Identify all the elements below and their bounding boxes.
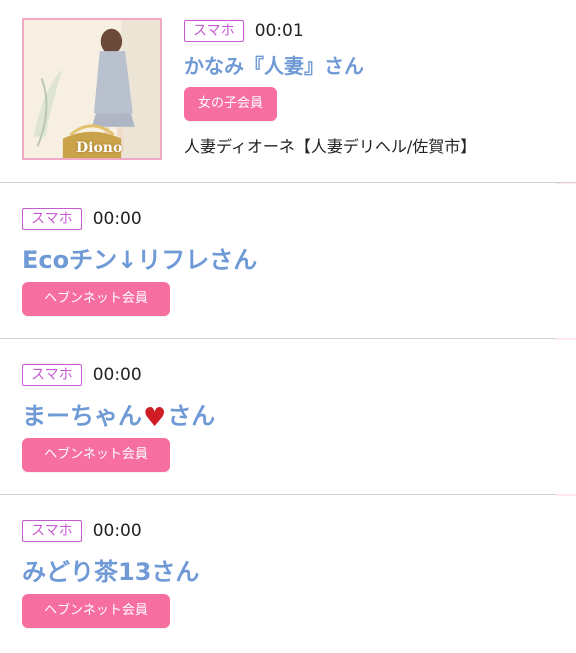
thumbnail-logo: Diono (76, 140, 123, 156)
member-name-link[interactable]: まーちゃん♥さん (22, 396, 215, 433)
girl-member-button[interactable]: 女の子会員 (184, 87, 278, 121)
member-name-link[interactable]: Ecoチン↓リフレさん (22, 240, 257, 275)
featured-status-row: スマホ 00:01 (184, 20, 564, 42)
shop-name[interactable]: 人妻ディオーネ【人妻デリヘル/佐賀市】 (184, 133, 564, 157)
heaven-member-button[interactable]: ヘブンネット会員 (22, 438, 170, 472)
featured-info: スマホ 00:01 かなみ『人妻』さん 女の子会員 人妻ディオーネ【人妻デリヘル… (184, 20, 564, 157)
status-row: スマホ 00:00 (22, 520, 142, 542)
profile-thumbnail[interactable]: Diono (22, 18, 162, 160)
profile-photo-image (24, 20, 160, 158)
list-item[interactable]: スマホ 00:00 みどり茶13さん ヘブンネット会員 (0, 496, 576, 653)
featured-name-link[interactable]: かなみ『人妻』さん (184, 50, 564, 79)
post-time: 00:00 (92, 521, 142, 541)
heaven-member-button[interactable]: ヘブンネット会員 (22, 282, 170, 316)
list-item[interactable]: スマホ 00:00 まーちゃん♥さん ヘブンネット会員 (0, 340, 576, 494)
name-prefix: まーちゃん (22, 402, 142, 430)
featured-member-wrap: 女の子会員 (184, 87, 564, 121)
list-item[interactable]: スマホ 00:00 Ecoチン↓リフレさん ヘブンネット会員 (0, 184, 576, 338)
divider (0, 494, 556, 495)
smartphone-badge: スマホ (22, 520, 82, 542)
status-row: スマホ 00:00 (22, 364, 142, 386)
status-row: スマホ 00:00 (22, 208, 142, 230)
post-time: 00:00 (92, 209, 142, 229)
name-suffix: さん (167, 402, 216, 430)
post-time: 00:01 (254, 21, 304, 41)
heaven-member-button[interactable]: ヘブンネット会員 (22, 594, 170, 628)
smartphone-badge: スマホ (22, 208, 82, 230)
smartphone-badge: スマホ (22, 364, 82, 386)
page: { "featured": { "badge": "スマホ", "time": … (0, 0, 576, 653)
post-time: 00:00 (92, 365, 142, 385)
smartphone-badge: スマホ (184, 20, 244, 42)
divider (0, 338, 556, 339)
heart-icon: ♥ (143, 403, 167, 433)
member-name-link[interactable]: みどり茶13さん (22, 552, 199, 587)
featured-entry[interactable]: Diono スマホ 00:01 かなみ『人妻』さん 女の子会員 人妻ディオーネ【… (0, 0, 576, 183)
